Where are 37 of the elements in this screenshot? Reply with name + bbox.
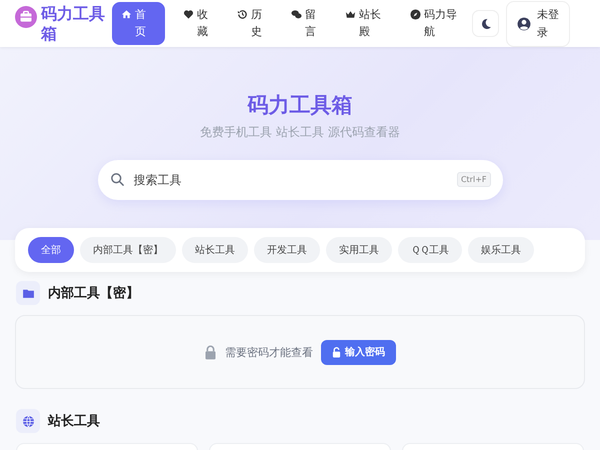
user-icon: [517, 16, 531, 30]
section-title: 内部工具【密】: [48, 284, 139, 302]
compass-icon: [410, 9, 421, 20]
filter-chip[interactable]: 内部工具【密】: [80, 237, 176, 263]
moon-icon: [480, 18, 492, 30]
nav-tab[interactable]: 留言: [282, 2, 327, 45]
search-icon: [110, 172, 124, 187]
history-icon: [237, 9, 248, 20]
nav-tab[interactable]: 首页: [112, 2, 165, 45]
enter-password-button[interactable]: 输入密码: [321, 340, 396, 364]
home-icon: [121, 9, 132, 20]
hero-subtitle: 免费手机工具 站长工具 源代码查看器: [200, 124, 400, 141]
crown-icon: [345, 9, 356, 20]
nav-tab[interactable]: 收藏: [174, 2, 219, 45]
site-title[interactable]: 码力工具箱: [41, 4, 111, 44]
folder-icon: [22, 286, 34, 300]
filter-chip[interactable]: ＱＱ工具: [398, 237, 462, 263]
heart-icon: [183, 9, 194, 20]
lock-message: 需要密码才能查看: [225, 344, 313, 360]
lock-icon: [204, 344, 217, 360]
chat-icon: [291, 9, 302, 20]
theme-toggle-button[interactable]: [472, 10, 499, 37]
unlock-icon: [332, 346, 341, 358]
hero-title: 码力工具箱: [248, 92, 352, 119]
section-title: 站长工具: [48, 413, 100, 430]
shortcut-hint: Ctrl+F: [456, 172, 490, 187]
filter-chip[interactable]: 开发工具: [254, 237, 320, 263]
toolbox-icon: [15, 6, 37, 28]
filter-chip[interactable]: 站长工具: [182, 237, 248, 263]
nav-tab[interactable]: 码力导航: [401, 2, 468, 45]
filter-chip[interactable]: 全部: [28, 237, 74, 263]
nav-tab[interactable]: 历史: [228, 2, 273, 45]
filter-chip[interactable]: 娱乐工具: [468, 237, 534, 263]
login-button[interactable]: 未登录: [506, 0, 570, 46]
nav-tab[interactable]: 站长殿: [336, 2, 392, 45]
filter-chip[interactable]: 实用工具: [326, 237, 392, 263]
globe-icon: [22, 414, 34, 428]
